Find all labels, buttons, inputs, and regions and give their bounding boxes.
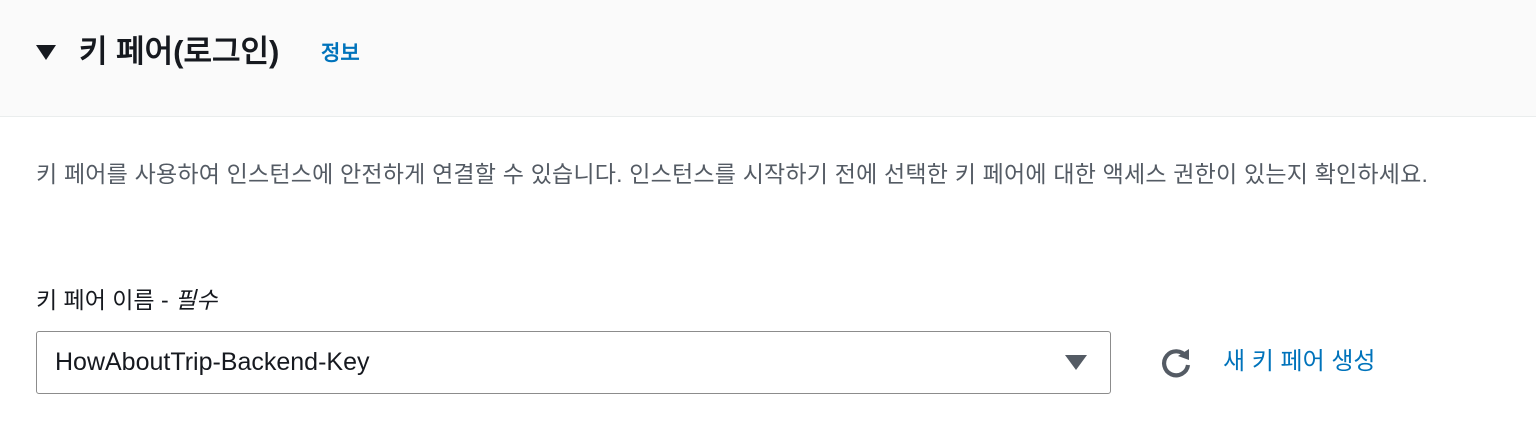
dropdown-arrow-icon bbox=[1065, 355, 1087, 370]
collapse-caret-icon[interactable] bbox=[36, 45, 56, 60]
key-pair-name-label: 키 페어 이름 - 필수 bbox=[36, 283, 217, 317]
refresh-icon[interactable] bbox=[1157, 344, 1195, 382]
key-pair-select[interactable]: HowAboutTrip-Backend-Key bbox=[36, 331, 1111, 394]
section-description: 키 페어를 사용하여 인스턴스에 안전하게 연결할 수 있습니다. 인스턴스를 … bbox=[36, 161, 1429, 187]
required-indicator: 필수 bbox=[175, 287, 218, 313]
key-pair-panel: 키 페어(로그인) 정보 키 페어를 사용하여 인스턴스에 안전하게 연결할 수… bbox=[0, 0, 1536, 430]
info-link[interactable]: 정보 bbox=[321, 40, 360, 68]
create-new-key-pair-link[interactable]: 새 키 페어 생성 bbox=[1223, 344, 1375, 380]
selected-key-pair: HowAboutTrip-Backend-Key bbox=[55, 348, 370, 376]
section-title[interactable]: 키 페어(로그인) bbox=[79, 29, 279, 75]
panel-header: 키 페어(로그인) 정보 bbox=[0, 0, 1536, 117]
label-text: 키 페어 이름 - bbox=[36, 287, 176, 313]
